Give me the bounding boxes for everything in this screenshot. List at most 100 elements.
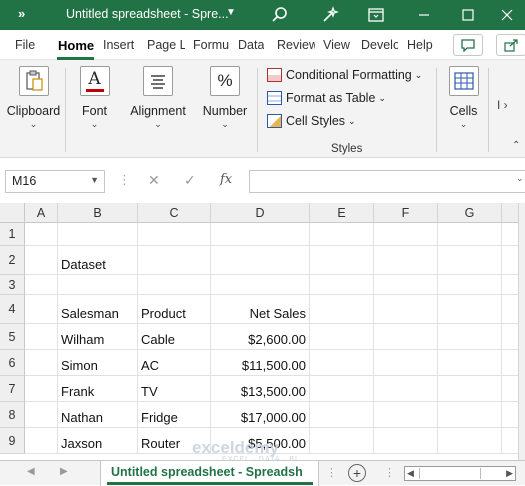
cell-styles-button[interactable]: Cell Styles ⌄ <box>267 114 356 128</box>
cell[interactable] <box>374 428 438 454</box>
row-header[interactable]: 1 <box>0 223 25 246</box>
insert-function-button[interactable]: fx <box>220 172 232 187</box>
alignment-group[interactable]: Alignment ⌄ <box>126 66 190 130</box>
sheet-options-icon[interactable]: ⋮ <box>326 466 337 479</box>
scroll-right-icon[interactable]: ▶ <box>506 468 513 479</box>
cell[interactable]: Nathan <box>58 402 138 428</box>
cell[interactable] <box>25 295 58 324</box>
title-dropdown-icon[interactable]: ▼ <box>226 7 236 18</box>
cell[interactable]: Salesman <box>58 295 138 324</box>
cell[interactable]: Frank <box>58 376 138 402</box>
row-header[interactable]: 2 <box>0 246 25 275</box>
cell[interactable] <box>58 223 138 246</box>
row-header[interactable]: 9 <box>0 428 25 454</box>
cell[interactable] <box>502 350 518 376</box>
cell[interactable] <box>502 295 518 324</box>
cell[interactable] <box>25 428 58 454</box>
cell[interactable] <box>138 246 211 275</box>
maximize-icon[interactable] <box>446 0 490 30</box>
ribbon-scroll-right-icon[interactable]: I › <box>497 98 508 112</box>
select-all-button[interactable] <box>0 203 25 223</box>
formula-input[interactable] <box>249 170 525 193</box>
cell[interactable] <box>438 402 502 428</box>
cell[interactable]: Jaxson <box>58 428 138 454</box>
cell[interactable] <box>502 376 518 402</box>
cell[interactable] <box>25 246 58 275</box>
tab-help[interactable]: Help <box>407 38 433 52</box>
cell[interactable] <box>25 223 58 246</box>
scroll-thumb[interactable] <box>419 468 481 479</box>
cell[interactable]: Net Sales <box>211 295 310 324</box>
cell[interactable] <box>502 324 518 350</box>
cell[interactable]: TV <box>138 376 211 402</box>
cell[interactable] <box>25 376 58 402</box>
column-header[interactable]: C <box>138 203 211 223</box>
cell[interactable] <box>438 324 502 350</box>
restore-window-icon[interactable] <box>354 0 398 30</box>
share-button[interactable] <box>496 34 525 56</box>
cell[interactable] <box>25 275 58 295</box>
vertical-scrollbar[interactable] <box>518 203 525 460</box>
cell[interactable] <box>211 275 310 295</box>
cell[interactable] <box>310 324 374 350</box>
scroll-left-icon[interactable]: ◀ <box>407 468 414 479</box>
cell[interactable]: $13,500.00 <box>211 376 310 402</box>
name-box[interactable]: M16 ▼ <box>5 170 105 193</box>
cell[interactable]: $17,000.00 <box>211 402 310 428</box>
cell[interactable] <box>502 428 518 454</box>
cell[interactable] <box>374 324 438 350</box>
tab-home[interactable]: Home <box>58 38 94 53</box>
cell[interactable]: Product <box>138 295 211 324</box>
cell[interactable] <box>138 275 211 295</box>
cell[interactable] <box>211 223 310 246</box>
cell[interactable] <box>310 223 374 246</box>
column-header[interactable] <box>502 203 518 223</box>
cell[interactable] <box>310 376 374 402</box>
cancel-icon[interactable]: ✕ <box>148 172 160 189</box>
tab-data[interactable]: Data <box>238 38 264 52</box>
cell[interactable]: $2,600.00 <box>211 324 310 350</box>
cell[interactable] <box>438 428 502 454</box>
cell[interactable] <box>374 350 438 376</box>
previous-sheet-icon[interactable]: ◀ <box>27 466 35 477</box>
tab-view[interactable]: View <box>323 38 350 52</box>
cell[interactable]: $11,500.00 <box>211 350 310 376</box>
cell[interactable]: AC <box>138 350 211 376</box>
cell[interactable]: Simon <box>58 350 138 376</box>
cell[interactable]: Cable <box>138 324 211 350</box>
close-icon[interactable] <box>489 0 525 30</box>
number-group[interactable]: % Number ⌄ <box>200 66 250 130</box>
row-header[interactable]: 3 <box>0 275 25 295</box>
cell[interactable] <box>25 350 58 376</box>
tab-review[interactable]: Review <box>277 38 315 52</box>
cell[interactable] <box>374 275 438 295</box>
cell[interactable] <box>438 376 502 402</box>
font-group[interactable]: A Font ⌄ <box>72 66 117 130</box>
cell[interactable] <box>374 376 438 402</box>
clipboard-group[interactable]: Clipboard ⌄ <box>6 66 61 130</box>
cell[interactable] <box>374 295 438 324</box>
tab-developer[interactable]: Develo <box>361 38 398 52</box>
sheet-tab[interactable]: Untitled spreadsheet - Spreadsh <box>100 461 319 486</box>
expand-formula-bar-icon[interactable]: ⌄ <box>516 173 524 184</box>
cell[interactable] <box>310 428 374 454</box>
cell[interactable] <box>310 275 374 295</box>
column-header[interactable]: D <box>211 203 310 223</box>
enter-icon[interactable]: ✓ <box>184 172 196 189</box>
cell[interactable] <box>310 402 374 428</box>
name-box-dropdown-icon[interactable]: ▼ <box>90 175 99 185</box>
cell[interactable]: Fridge <box>138 402 211 428</box>
next-sheet-icon[interactable]: ▶ <box>60 466 68 477</box>
cell[interactable] <box>438 246 502 275</box>
horizontal-scrollbar[interactable]: ◀ ▶ <box>404 466 516 481</box>
column-header[interactable]: B <box>58 203 138 223</box>
cell[interactable] <box>310 350 374 376</box>
add-sheet-button[interactable]: + <box>348 464 366 482</box>
cell[interactable] <box>374 246 438 275</box>
comments-button[interactable] <box>453 34 483 56</box>
magic-wand-icon[interactable] <box>308 0 352 30</box>
cell[interactable] <box>438 223 502 246</box>
tab-insert[interactable]: Insert <box>103 38 134 52</box>
cell[interactable] <box>502 223 518 246</box>
tab-file[interactable]: File <box>15 38 35 52</box>
